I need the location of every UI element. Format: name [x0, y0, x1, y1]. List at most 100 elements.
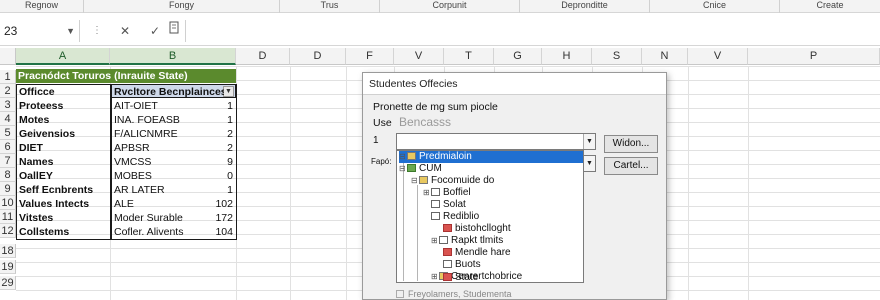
- name-box[interactable]: 23 ▼: [0, 20, 80, 42]
- confirm-icon[interactable]: ✓: [144, 21, 166, 41]
- tree-node[interactable]: ⊟ Focomuide do: [411, 175, 494, 187]
- header-cell-b[interactable]: Rvcltore Becnplainces: [112, 85, 224, 99]
- row-header[interactable]: 2: [0, 84, 16, 98]
- filter-dropdown-icon[interactable]: ▼: [223, 86, 234, 97]
- table-cell-value[interactable]: 104: [196, 225, 236, 239]
- tree-node[interactable]: ⊞ Boffiel: [423, 187, 471, 199]
- ribbon-group-label[interactable]: Regnow: [0, 0, 84, 13]
- expand-icon[interactable]: ⊞: [431, 235, 438, 247]
- table-cell-value[interactable]: 172: [196, 211, 236, 225]
- formula-input[interactable]: [185, 20, 875, 42]
- ribbon-group-label[interactable]: Trus: [280, 0, 380, 13]
- tree-node[interactable]: ⊟ CUM: [399, 163, 442, 175]
- table-cell-value[interactable]: 102: [196, 197, 236, 211]
- row-header[interactable]: 10: [0, 196, 16, 210]
- row-header[interactable]: 4: [0, 112, 16, 126]
- row-header[interactable]: 9: [0, 182, 16, 196]
- table-cell-a[interactable]: Seff Ecnbrents: [17, 183, 109, 197]
- cancel-icon[interactable]: ✕: [114, 21, 136, 41]
- row-header[interactable]: 18: [0, 244, 16, 258]
- row-header[interactable]: 6: [0, 140, 16, 154]
- column-header[interactable]: N: [642, 48, 688, 65]
- tree-node-label: CUM: [419, 163, 442, 174]
- tree-line: [403, 163, 404, 281]
- row-header[interactable]: 19: [0, 260, 16, 274]
- column-header[interactable]: V: [688, 48, 748, 65]
- tree-node-label: Rediblio: [443, 211, 480, 222]
- expand-icon[interactable]: ⊞: [431, 271, 438, 282]
- column-header[interactable]: D: [236, 48, 290, 65]
- ribbon-group-label[interactable]: Fongy: [84, 0, 280, 13]
- expand-icon[interactable]: ⊟: [399, 151, 406, 163]
- chevron-down-icon[interactable]: ▼: [583, 134, 595, 149]
- column-header[interactable]: S: [592, 48, 642, 65]
- table-cell-a[interactable]: Motes: [17, 113, 109, 127]
- function-icon[interactable]: [164, 21, 186, 41]
- ribbon-group-label[interactable]: Cnice: [650, 0, 780, 13]
- select-all-corner[interactable]: [0, 48, 16, 65]
- row-header[interactable]: 12: [0, 224, 16, 238]
- table-cell-value[interactable]: 2: [196, 127, 236, 141]
- table-cell-a[interactable]: Collstems: [17, 225, 109, 239]
- chevron-down-icon[interactable]: ▼: [66, 20, 75, 42]
- column-header[interactable]: V: [394, 48, 444, 65]
- cancel-button[interactable]: Cartel...: [604, 157, 658, 175]
- table-cell-value[interactable]: 0: [196, 169, 236, 183]
- row-header[interactable]: 8: [0, 168, 16, 182]
- table-cell-a[interactable]: Proteess: [17, 99, 109, 113]
- row-header[interactable]: 3: [0, 98, 16, 112]
- tree-node[interactable]: Solat: [431, 199, 466, 211]
- column-header[interactable]: T: [444, 48, 494, 65]
- table-cell-a[interactable]: Vitstes: [17, 211, 109, 225]
- tree-node[interactable]: Buots: [443, 259, 481, 271]
- header-cell-a[interactable]: Officce: [17, 85, 109, 99]
- column-header[interactable]: G: [494, 48, 542, 65]
- expand-icon[interactable]: ⊟: [399, 163, 406, 175]
- table-cell-value[interactable]: 1: [196, 183, 236, 197]
- ribbon-group-label[interactable]: Corpunit: [380, 0, 520, 13]
- row-header[interactable]: 5: [0, 126, 16, 140]
- tree-node[interactable]: ⊞ Rapkt tlmits: [431, 235, 503, 247]
- table-cell-value[interactable]: 1: [196, 113, 236, 127]
- table-cell-a[interactable]: Names: [17, 155, 109, 169]
- tree-node[interactable]: bistohclloght: [443, 223, 511, 235]
- doc-icon: [431, 188, 440, 196]
- tree-node[interactable]: Mendle hare: [443, 247, 511, 259]
- gear-icon: [439, 236, 448, 244]
- more-options-icon[interactable]: ⋮: [92, 22, 102, 40]
- ribbon-group-label[interactable]: Create: [780, 0, 880, 13]
- table-cell-value[interactable]: 2: [196, 141, 236, 155]
- tree-node[interactable]: ⊟ Predmialoin: [399, 151, 583, 163]
- row-header[interactable]: 1: [0, 70, 16, 84]
- sheet-title[interactable]: Pracnódct Toruros (Inrauite State): [18, 69, 188, 83]
- row-header[interactable]: 7: [0, 154, 16, 168]
- column-header[interactable]: B: [110, 48, 236, 65]
- ok-button[interactable]: Widon...: [604, 135, 658, 153]
- column-header[interactable]: P: [748, 48, 880, 65]
- row-header[interactable]: 11: [0, 210, 16, 224]
- table-cell-a[interactable]: Values Intects: [17, 197, 109, 211]
- column-header[interactable]: F: [346, 48, 394, 65]
- column-header[interactable]: D: [290, 48, 346, 65]
- folder-tree[interactable]: ⊟ Predmialoin ⊟ CUM ⊟ Focomuide do ⊞ Boffiel…: [396, 150, 584, 283]
- ribbon-group-label[interactable]: Depronditte: [520, 0, 650, 13]
- chevron-down-icon[interactable]: ▼: [583, 156, 595, 171]
- column-header[interactable]: H: [542, 48, 592, 65]
- table-cell-a[interactable]: Geivensios: [17, 127, 109, 141]
- dialog-prompt: Pronette de mg sum piocle: [373, 101, 498, 113]
- table-cell-a[interactable]: DIET: [17, 141, 109, 155]
- row-header[interactable]: 29: [0, 276, 16, 290]
- expand-icon[interactable]: ⊟: [411, 175, 418, 187]
- tree-node[interactable]: State: [443, 272, 478, 284]
- table-cell-value[interactable]: 9: [196, 155, 236, 169]
- source-combo[interactable]: ▼: [396, 133, 596, 150]
- column-header[interactable]: A: [16, 48, 110, 65]
- tree-node-label: Boffiel: [443, 187, 471, 198]
- expand-icon[interactable]: ⊞: [423, 187, 430, 199]
- table-cell-value[interactable]: 1: [196, 99, 236, 113]
- dialog-title[interactable]: Studentes Offecies: [363, 73, 666, 95]
- table-cell-a[interactable]: OallEY: [17, 169, 109, 183]
- grid-vline: [748, 66, 749, 300]
- formula-bar: 23 ▼ ⋮ ✕ ✓: [0, 16, 880, 46]
- tree-node[interactable]: Rediblio: [431, 211, 479, 223]
